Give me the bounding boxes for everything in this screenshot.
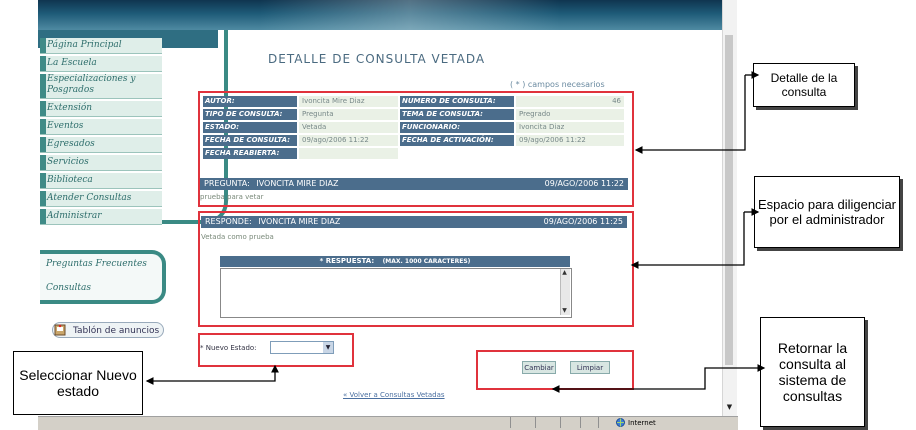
- callout-arrows: [145, 71, 766, 393]
